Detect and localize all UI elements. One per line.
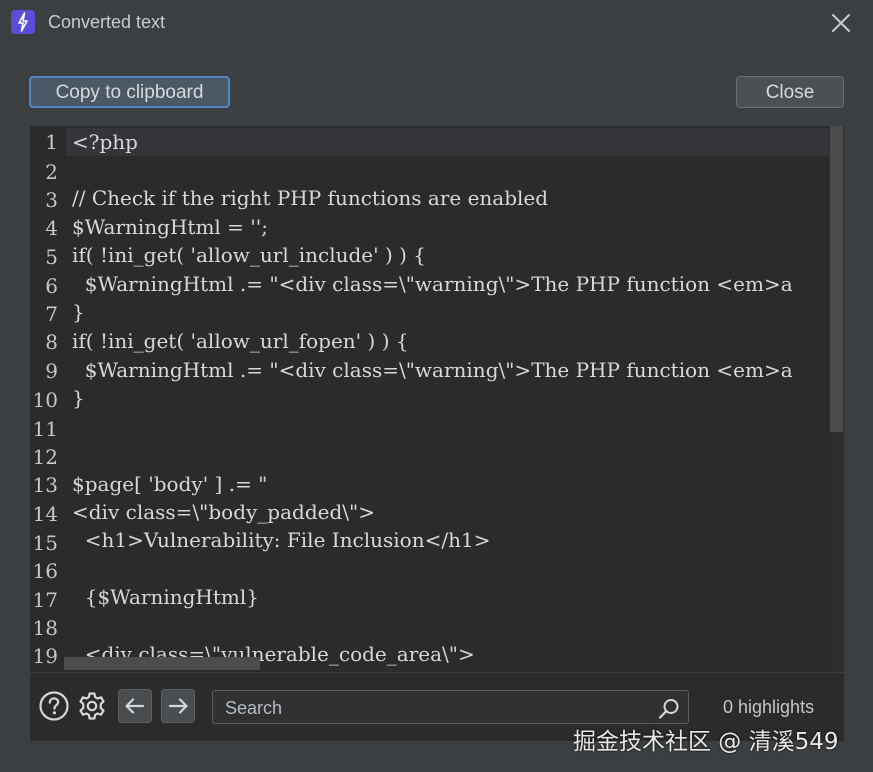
close-icon[interactable]	[829, 11, 853, 35]
code-line: $WarningHtml .= "<div class=\"warning\">…	[72, 358, 793, 382]
line-number: 10	[32, 388, 58, 412]
arrow-right-icon	[168, 698, 188, 714]
line-number: 8	[45, 330, 58, 354]
code-text-area[interactable]: <?php // Check if the right PHP function…	[66, 126, 829, 672]
copy-to-clipboard-button[interactable]: Copy to clipboard	[29, 76, 230, 108]
current-line-highlight	[66, 128, 829, 156]
close-button[interactable]: Close	[736, 76, 844, 108]
line-number: 5	[45, 245, 58, 269]
code-line: if( !ini_get( 'allow_url_include' ) ) {	[72, 243, 427, 267]
line-number: 16	[32, 559, 58, 583]
help-icon[interactable]	[38, 690, 70, 722]
line-number: 19	[32, 644, 58, 668]
line-number: 11	[32, 417, 58, 441]
line-number-gutter: 1 2 3 4 5 6 7 8 9 10 11 12 13 14 15 16 1…	[30, 126, 64, 672]
code-line: <div class=\"body_padded\">	[72, 500, 375, 524]
line-number: 18	[32, 616, 58, 640]
code-line: <?php	[72, 130, 138, 154]
code-line: $page[ 'body' ] .= "	[72, 472, 268, 496]
line-number: 1	[45, 130, 58, 154]
line-number: 7	[45, 302, 58, 326]
line-number: 12	[32, 445, 58, 469]
highlights-count: 0 highlights	[723, 697, 815, 717]
code-line: {$WarningHtml}	[72, 585, 259, 609]
line-number: 13	[32, 473, 58, 497]
search-icon[interactable]	[657, 697, 681, 725]
search-input[interactable]	[223, 694, 647, 722]
code-line: $WarningHtml = '';	[72, 215, 269, 239]
code-line: }	[72, 386, 85, 410]
code-line: }	[72, 300, 85, 324]
vertical-scrollbar-thumb[interactable]	[830, 126, 843, 432]
line-number: 9	[45, 359, 58, 383]
code-line: // Check if the right PHP functions are …	[72, 186, 549, 210]
previous-match-button[interactable]	[118, 689, 152, 723]
code-line: <h1>Vulnerability: File Inclusion</h1>	[72, 528, 491, 552]
line-number: 14	[32, 502, 58, 526]
title-bar: Converted text	[0, 0, 873, 46]
code-line: if( !ini_get( 'allow_url_fopen' ) ) {	[72, 329, 409, 353]
code-line: $WarningHtml .= "<div class=\"warning\">…	[72, 272, 793, 296]
search-box[interactable]	[212, 690, 689, 724]
window-title: Converted text	[48, 12, 166, 32]
line-number: 3	[45, 188, 58, 212]
lightning-icon	[11, 10, 35, 34]
horizontal-scrollbar-thumb[interactable]	[64, 657, 260, 670]
line-number: 4	[45, 216, 58, 240]
watermark-text: 掘金技术社区 @ 清溪549	[573, 729, 839, 755]
code-editor[interactable]: 1 2 3 4 5 6 7 8 9 10 11 12 13 14 15 16 1…	[30, 126, 844, 672]
line-number: 6	[45, 274, 58, 298]
line-number: 15	[32, 531, 58, 555]
gear-icon[interactable]	[76, 690, 108, 722]
arrow-left-icon	[125, 698, 145, 714]
line-number: 2	[45, 160, 58, 184]
line-number: 17	[32, 588, 58, 612]
next-match-button[interactable]	[161, 689, 195, 723]
